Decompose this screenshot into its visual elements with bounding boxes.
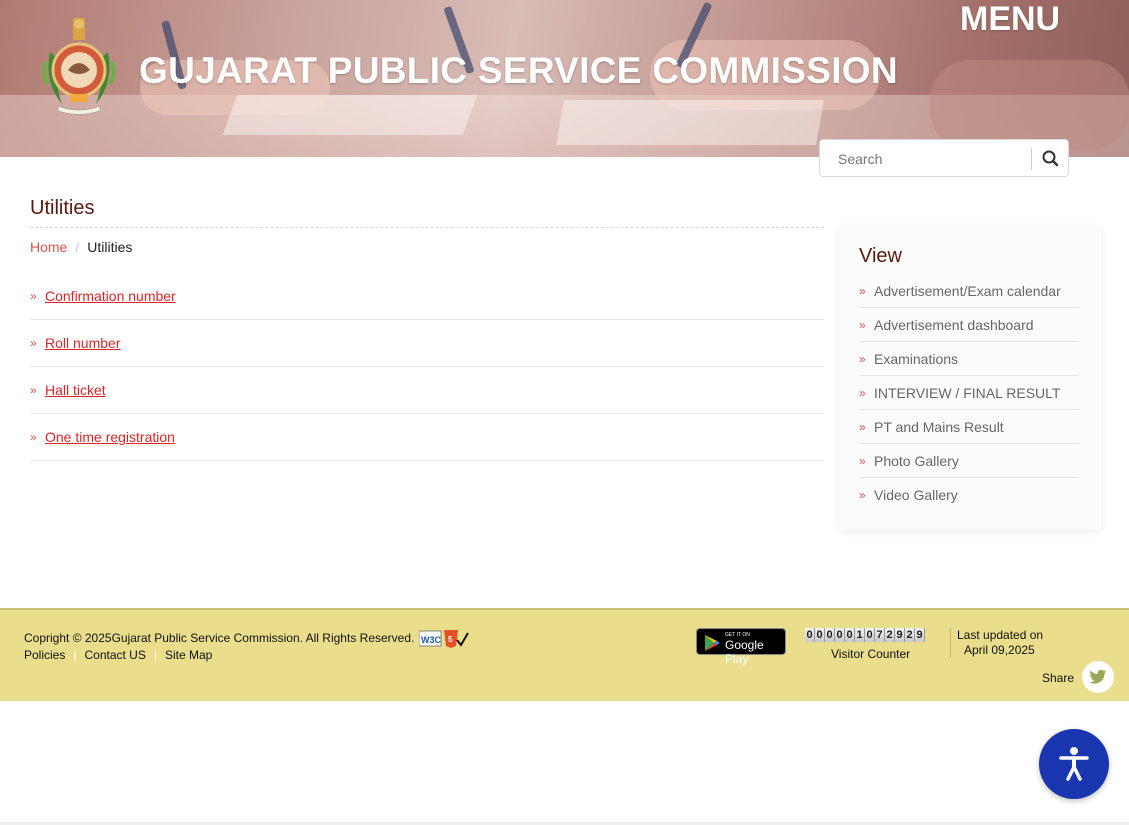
google-play-text: Google Play [725, 638, 764, 666]
counter-digit: 1 [855, 628, 865, 642]
share-label: Share [1042, 671, 1075, 685]
copyright-text: Copright © 2025Gujarat Public Service Co… [24, 631, 415, 645]
last-updated-label: Last updated on [957, 628, 1044, 642]
counter-digit: 0 [805, 628, 815, 642]
search-box [819, 139, 1069, 177]
title-divider [30, 227, 824, 228]
search-button[interactable] [1038, 146, 1064, 172]
site-footer: Copright © 2025Gujarat Public Service Co… [0, 608, 1129, 701]
search-input[interactable] [830, 146, 1030, 172]
sidebar-link[interactable]: Advertisement dashboard [874, 317, 1034, 333]
link-separator: | [153, 648, 157, 662]
counter-digit: 2 [905, 628, 915, 642]
header-background-arm [930, 60, 1129, 150]
double-chevron-right-icon: » [30, 289, 37, 303]
double-chevron-right-icon: » [859, 317, 866, 332]
site-map-link[interactable]: Site Map [165, 648, 212, 662]
visitor-counter-label: Visitor Counter [831, 647, 911, 661]
counter-digit: 0 [845, 628, 855, 642]
policies-link[interactable]: Policies [24, 648, 65, 662]
svg-text:5: 5 [448, 635, 453, 644]
sidebar-item-examinations: » Examinations [859, 342, 1079, 376]
counter-digit: 9 [915, 628, 925, 642]
page-title: Utilities [30, 197, 95, 219]
utilities-list: » Confirmation number » Roll number » Hall … [30, 273, 824, 461]
breadcrumb-separator: / [75, 239, 80, 255]
sidebar-item-video-gallery: » Video Gallery [859, 478, 1079, 512]
double-chevron-right-icon: » [859, 351, 866, 366]
roll-number-link[interactable]: Roll number [45, 335, 120, 351]
contact-us-link[interactable]: Contact US [84, 648, 145, 662]
list-item: » One time registration [30, 414, 824, 461]
counter-digit: 9 [895, 628, 905, 642]
header-background-paper [556, 100, 824, 145]
google-play-badge[interactable]: GET IT ON Google Play [696, 628, 786, 666]
sidebar-title: View [859, 245, 902, 267]
double-chevron-right-icon: » [859, 385, 866, 400]
sidebar-link[interactable]: Photo Gallery [874, 453, 959, 469]
counter-digit: 0 [825, 628, 835, 642]
sidebar-item-interview-result: » INTERVIEW / FINAL RESULT [859, 376, 1079, 410]
gpsc-emblem-logo[interactable] [40, 12, 118, 116]
breadcrumb: Home / Utilities [30, 239, 132, 255]
twitter-share-button[interactable] [1082, 661, 1114, 693]
double-chevron-right-icon: » [859, 488, 866, 502]
sidebar-item-pt-mains-result: » PT and Mains Result [859, 410, 1079, 444]
last-updated-date: April 09,2025 [964, 643, 1035, 657]
accessibility-button[interactable] [1039, 729, 1109, 799]
site-title: GUJARAT PUBLIC SERVICE COMMISSION [139, 50, 898, 91]
sidebar-link[interactable]: PT and Mains Result [874, 419, 1004, 435]
sidebar-link[interactable]: Video Gallery [874, 487, 958, 503]
breadcrumb-home-link[interactable]: Home [30, 239, 67, 255]
menu-button[interactable]: MENU [960, 0, 1060, 39]
breadcrumb-current: Utilities [87, 239, 133, 255]
accessibility-icon [1059, 747, 1089, 781]
counter-digit: 0 [815, 628, 825, 642]
header-background-paper [222, 95, 478, 135]
view-sidebar: View » Advertisement/Exam calendar » Adver… [839, 225, 1101, 530]
twitter-icon [1089, 669, 1107, 684]
search-icon [1042, 150, 1059, 167]
counter-digit: 2 [885, 628, 895, 642]
link-separator: | [73, 648, 77, 662]
list-item: » Confirmation number [30, 273, 824, 320]
counter-digit: 0 [835, 628, 845, 642]
one-time-registration-link[interactable]: One time registration [45, 429, 175, 445]
google-play-icon [705, 635, 720, 651]
search-divider [1031, 148, 1032, 170]
sidebar-link[interactable]: INTERVIEW / FINAL RESULT [874, 385, 1060, 401]
double-chevron-right-icon: » [859, 419, 866, 434]
w3c-html5-validation-icon[interactable]: W3C 5 [419, 629, 469, 649]
double-chevron-right-icon: » [859, 453, 866, 468]
sidebar-item-advertisement-dashboard: » Advertisement dashboard [859, 308, 1079, 342]
sidebar-link[interactable]: Advertisement/Exam calendar [874, 283, 1061, 299]
sidebar-item-photo-gallery: » Photo Gallery [859, 444, 1079, 478]
double-chevron-right-icon: » [30, 336, 37, 350]
visitor-counter-digits: 0 0 0 0 0 1 0 7 2 9 2 9 [805, 628, 925, 642]
footer-divider [950, 628, 951, 658]
sidebar-list: » Advertisement/Exam calendar » Advertisem… [859, 274, 1079, 512]
list-item: » Roll number [30, 320, 824, 367]
hall-ticket-link[interactable]: Hall ticket [45, 382, 106, 398]
double-chevron-right-icon: » [30, 430, 37, 444]
sidebar-link[interactable]: Examinations [874, 351, 958, 367]
counter-digit: 7 [875, 628, 885, 642]
footer-links: Policies | Contact US | Site Map [24, 648, 212, 662]
svg-text:W3C: W3C [421, 635, 442, 645]
sidebar-item-exam-calendar: » Advertisement/Exam calendar [859, 274, 1079, 308]
counter-digit: 0 [865, 628, 875, 642]
site-header: GUJARAT PUBLIC SERVICE COMMISSION MENU [0, 0, 1129, 157]
confirmation-number-link[interactable]: Confirmation number [45, 288, 176, 304]
double-chevron-right-icon: » [30, 383, 37, 397]
list-item: » Hall ticket [30, 367, 824, 414]
double-chevron-right-icon: » [859, 283, 866, 298]
